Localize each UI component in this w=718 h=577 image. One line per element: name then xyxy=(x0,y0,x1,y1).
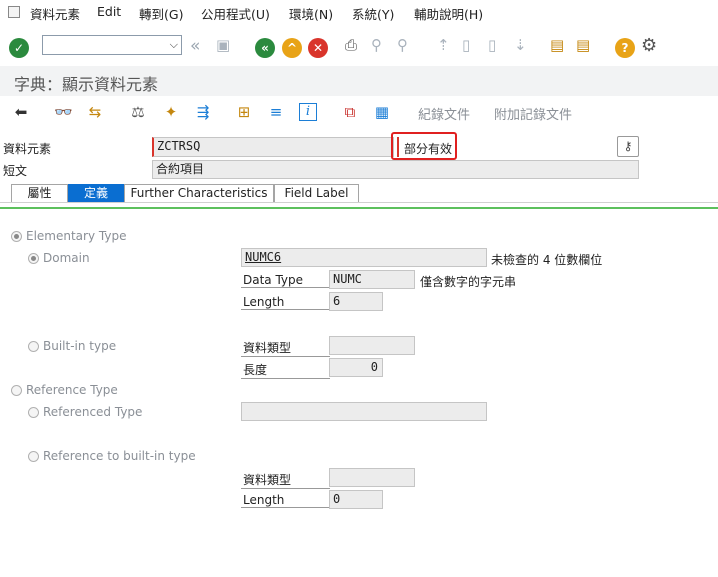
first-page-icon[interactable]: ⇡ xyxy=(437,36,450,54)
title-bar: 字典：顯示資料元素 xyxy=(0,66,718,96)
ref-length-label: Length xyxy=(241,493,330,508)
tab-divider xyxy=(0,207,718,209)
exit-icon[interactable]: ^ xyxy=(282,38,302,58)
cancel-icon[interactable]: ✕ xyxy=(308,38,328,58)
ref-length-field[interactable]: 0 xyxy=(329,490,383,509)
data-element-field[interactable]: ZCTRSQ xyxy=(152,137,394,157)
shortcut-icon[interactable]: ▤ xyxy=(576,36,590,54)
builtin-datatype-field[interactable] xyxy=(329,336,415,355)
data-element-label: 資料元素 xyxy=(3,142,52,156)
activate-icon[interactable]: ✦ xyxy=(162,103,180,121)
command-field[interactable]: ⌵ xyxy=(42,35,182,55)
length-label: Length xyxy=(241,295,330,310)
data-element-value: ZCTRSQ xyxy=(157,139,201,153)
tab-field-label[interactable]: Field Label xyxy=(274,184,359,202)
tab-attributes[interactable]: 屬性 xyxy=(11,184,68,202)
ref-datatype-field[interactable] xyxy=(329,468,415,487)
last-page-icon[interactable]: ⇣ xyxy=(514,36,527,54)
page-title: 字典：顯示資料元素 xyxy=(14,75,159,94)
gear-icon[interactable]: ⚙ xyxy=(641,35,657,56)
short-text-value: 合約項目 xyxy=(156,162,205,176)
help-icon[interactable]: ? xyxy=(615,38,635,58)
menu-utilities[interactable]: 公用程式(U) xyxy=(201,4,270,23)
data-type-description: 僅含數字的字元串 xyxy=(420,275,517,289)
menu-icon[interactable] xyxy=(8,6,20,18)
where-used-icon[interactable]: ⇶ xyxy=(194,103,212,121)
referenced-type-label: Referenced Type xyxy=(43,405,143,419)
ref-datatype-label: 資料類型 xyxy=(241,471,330,489)
elementary-type-label: Elementary Type xyxy=(26,229,127,243)
new-session-icon[interactable]: ▤ xyxy=(550,36,564,54)
find-icon[interactable]: ⚲ xyxy=(371,36,382,54)
reference-type-radio[interactable] xyxy=(11,385,22,396)
documentation-link[interactable]: 紀錄文件 xyxy=(418,104,470,123)
next-page-icon[interactable]: ▯ xyxy=(488,36,496,54)
reference-type-label: Reference Type xyxy=(26,383,118,397)
ref-builtin-label: Reference to built-in type xyxy=(43,449,196,463)
builtin-datatype-label: 資料類型 xyxy=(241,339,330,357)
menu-goto[interactable]: 轉到(G) xyxy=(139,4,183,23)
length-value: 6 xyxy=(333,294,341,308)
data-type-field[interactable]: NUMC xyxy=(329,270,415,289)
save-icon[interactable]: ▣ xyxy=(216,36,230,54)
length-field[interactable]: 6 xyxy=(329,292,383,311)
menu-bar: 資料元素 Edit 轉到(G) 公用程式(U) 環境(N) 系統(Y) 輔助說明… xyxy=(0,0,718,24)
chevron-down-icon[interactable]: ⌵ xyxy=(170,38,178,52)
key-icon[interactable]: ⚷ xyxy=(617,136,639,157)
arrow-left-icon[interactable]: ⬅ xyxy=(12,103,30,121)
tab-definition[interactable]: 定義 xyxy=(68,184,124,202)
referenced-type-radio[interactable] xyxy=(28,407,39,418)
ref-builtin-radio[interactable] xyxy=(28,451,39,462)
builtin-length-label: 長度 xyxy=(241,361,330,379)
domain-label: Domain xyxy=(43,251,90,265)
domain-field[interactable]: NUMC6 xyxy=(241,248,487,267)
print-icon[interactable]: ⎙ xyxy=(345,36,357,54)
application-toolbar: ⬅ 👓 ⇆ ⚖ ✦ ⇶ ⊞ ≡ i ⧉ ▦ 紀錄文件 附加記錄文件 xyxy=(0,97,718,127)
status-text: 部分有效 xyxy=(404,142,453,156)
referenced-type-field[interactable] xyxy=(241,402,487,421)
enter-check-icon[interactable]: ✓ xyxy=(9,38,29,58)
find-next-icon[interactable]: ⚲ xyxy=(397,36,408,54)
ref-length-value: 0 xyxy=(333,492,341,506)
previous-page-icon[interactable]: ▯ xyxy=(462,36,470,54)
builtin-type-radio[interactable] xyxy=(28,341,39,352)
object-list-icon[interactable]: ≡ xyxy=(267,103,285,121)
check-icon[interactable]: ⚖ xyxy=(129,103,147,121)
builtin-length-value: 0 xyxy=(370,360,378,374)
standard-toolbar: ✓ ⌵ « ▣ « ^ ✕ ⎙ ⚲ ⚲ ⇡ ▯ ▯ ⇣ ▤ ▤ ? ⚙ xyxy=(0,25,718,65)
tab-underline xyxy=(0,202,718,207)
elementary-type-radio[interactable] xyxy=(11,231,22,242)
menu-system[interactable]: 系統(Y) xyxy=(352,4,394,23)
tab-further-characteristics[interactable]: Further Characteristics xyxy=(124,184,274,202)
data-type-value: NUMC xyxy=(333,272,362,286)
hierarchy-icon[interactable]: ⊞ xyxy=(235,103,253,121)
builtin-type-label: Built-in type xyxy=(43,339,117,353)
short-text-field[interactable]: 合約項目 xyxy=(152,160,639,179)
menu-environment[interactable]: 環境(N) xyxy=(289,4,333,23)
info-icon[interactable]: i xyxy=(299,103,317,121)
display-object-list-icon[interactable]: ⧉ xyxy=(341,103,359,121)
navigation-window-icon[interactable]: ▦ xyxy=(373,103,391,121)
display-change-icon[interactable]: 👓 xyxy=(54,103,73,121)
menu-data-element[interactable]: 資料元素 xyxy=(30,4,80,23)
menu-help[interactable]: 輔助說明(H) xyxy=(414,4,483,23)
domain-description: 未檢查的 4 位數欄位 xyxy=(491,253,603,267)
domain-radio[interactable] xyxy=(28,253,39,264)
active-inactive-icon[interactable]: ⇆ xyxy=(86,103,104,121)
builtin-length-field[interactable]: 0 xyxy=(329,358,383,377)
data-type-label: Data Type xyxy=(241,273,330,288)
supplementary-documentation-link[interactable]: 附加記錄文件 xyxy=(494,104,572,123)
menu-edit[interactable]: Edit xyxy=(97,4,121,19)
collapse-icon[interactable]: « xyxy=(190,36,200,56)
short-text-label: 短文 xyxy=(3,164,28,178)
back-icon[interactable]: « xyxy=(255,38,275,58)
domain-value: NUMC6 xyxy=(245,250,282,264)
